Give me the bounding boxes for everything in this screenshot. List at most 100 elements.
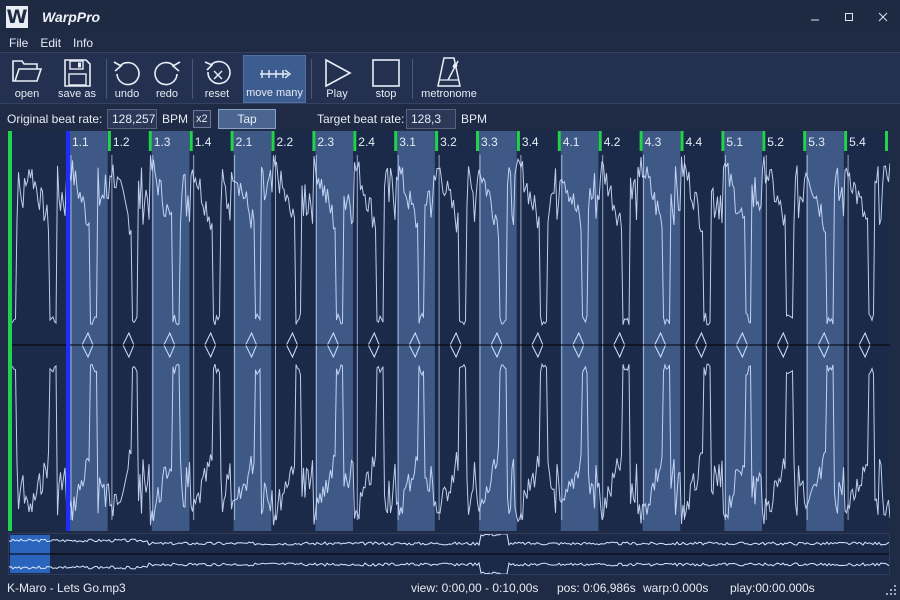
- original-rate-field[interactable]: 128,257: [107, 109, 157, 129]
- target-rate-field[interactable]: 128,3: [406, 109, 456, 129]
- beat-marker: [516, 131, 520, 151]
- close-button[interactable]: [866, 0, 900, 34]
- beat-marker-label: 2.1: [236, 135, 253, 149]
- beat-highlight-band: [724, 131, 763, 531]
- original-rate-label: Original beat rate:: [7, 112, 103, 126]
- playhead: [66, 131, 70, 531]
- beat-marker-label: 1.3: [154, 135, 171, 149]
- save-as-label: save as: [58, 88, 96, 100]
- menu-edit[interactable]: Edit: [40, 36, 61, 50]
- beat-marker: [353, 131, 357, 151]
- toolbar: open save as undo redo reset move many P…: [0, 52, 900, 104]
- beat-marker-label: 1.4: [195, 135, 212, 149]
- overview-strip[interactable]: [8, 533, 890, 575]
- stop-icon: [372, 59, 400, 87]
- window-controls: [798, 0, 900, 34]
- reset-button[interactable]: reset: [198, 55, 236, 103]
- overview-waveform-lower: [9, 561, 889, 574]
- undo-button[interactable]: undo: [110, 55, 144, 103]
- app-title: WarpPro: [42, 9, 101, 25]
- toolbar-separator: [311, 59, 312, 99]
- beat-marker: [230, 131, 234, 151]
- maximize-button[interactable]: [832, 0, 866, 34]
- play-button[interactable]: Play: [318, 55, 356, 103]
- target-rate-label: Target beat rate:: [317, 112, 405, 126]
- beat-marker-label: 2.2: [277, 135, 294, 149]
- beat-marker-label: 2.3: [317, 135, 334, 149]
- status-filename: K-Maro - Lets Go.mp3: [7, 581, 126, 595]
- beat-marker: [803, 131, 807, 151]
- metronome-label: metronome: [421, 88, 477, 100]
- beat-marker: [639, 131, 643, 151]
- toolbar-separator: [412, 59, 413, 99]
- menu-bar: File Edit Info: [0, 34, 900, 52]
- beat-marker-label: 3.4: [522, 135, 539, 149]
- move-many-button[interactable]: move many: [243, 55, 306, 103]
- beat-marker-label: 5.3: [808, 135, 825, 149]
- metronome-icon: [437, 57, 461, 87]
- move-many-icon: [259, 69, 291, 79]
- menu-info[interactable]: Info: [73, 36, 93, 50]
- status-play: play:00:00.000s: [730, 581, 815, 595]
- beat-marker: [394, 131, 398, 151]
- status-view: view: 0:00,00 - 0:10,00s: [411, 581, 539, 595]
- app-logo: W: [6, 6, 28, 28]
- resize-grip-icon[interactable]: [885, 584, 897, 596]
- open-button[interactable]: open: [6, 55, 48, 103]
- redo-button[interactable]: redo: [150, 55, 184, 103]
- beat-marker-label: 3.3: [481, 135, 498, 149]
- metronome-button[interactable]: metronome: [418, 55, 480, 103]
- beat-marker: [312, 131, 316, 151]
- double-rate-button[interactable]: x2: [193, 110, 211, 128]
- beat-marker-label: 1.1: [72, 135, 89, 149]
- minimize-button[interactable]: [798, 0, 832, 34]
- status-bar: K-Maro - Lets Go.mp3 view: 0:00,00 - 0:1…: [0, 578, 900, 600]
- beat-marker-label: 3.2: [440, 135, 457, 149]
- beat-marker: [435, 131, 439, 151]
- start-marker: [8, 131, 12, 531]
- menu-file[interactable]: File: [9, 36, 28, 50]
- floppy-disk-icon: [64, 59, 91, 87]
- minimize-icon: [811, 19, 819, 21]
- beat-highlight-band: [315, 131, 354, 531]
- overview-waveform-upper: [9, 534, 889, 547]
- reset-label: reset: [204, 88, 230, 100]
- beat-marker-label: 5.1: [726, 135, 743, 149]
- stop-button[interactable]: stop: [366, 55, 406, 103]
- play-label: Play: [326, 88, 348, 100]
- beat-marker: [721, 131, 725, 151]
- folder-open-icon: [12, 60, 43, 82]
- redo-label: redo: [155, 88, 179, 100]
- beat-marker: [598, 131, 602, 151]
- overview-waveform[interactable]: [9, 534, 889, 574]
- beat-marker-label: 5.4: [849, 135, 866, 149]
- beat-marker: [189, 131, 193, 151]
- beat-highlight-band: [560, 131, 599, 531]
- open-label: open: [14, 88, 40, 100]
- beat-rate-bar: Original beat rate: 128,257 BPM x2 Tap T…: [0, 105, 900, 131]
- beat-marker: [844, 131, 848, 151]
- waveform-canvas[interactable]: 1.1 1.2 1.3 1.4 2.1 2.2 2.3 2.4 3.1 3.2 3.3 3.4 4.1 4…: [8, 131, 890, 531]
- beat-marker: [762, 131, 766, 151]
- save-as-button[interactable]: save as: [56, 55, 98, 103]
- toolbar-separator: [192, 59, 193, 99]
- undo-label: undo: [114, 88, 140, 100]
- beat-marker: [476, 131, 479, 151]
- beat-marker-label: 4.4: [686, 135, 703, 149]
- redo-icon: [154, 61, 181, 86]
- status-position: pos: 0:06,986s: [557, 581, 636, 595]
- beat-marker: [107, 131, 111, 151]
- beat-marker-label: 2.4: [358, 135, 375, 149]
- target-rate-unit: BPM: [461, 112, 488, 126]
- beat-marker-label: 5.2: [767, 135, 784, 149]
- title-bar: W WarpPro: [0, 0, 900, 34]
- beat-marker-label: 4.3: [645, 135, 662, 149]
- beat-marker: [271, 131, 275, 151]
- move-many-label: move many: [246, 87, 303, 99]
- beat-marker: [885, 131, 888, 151]
- undo-icon: [113, 61, 140, 86]
- tap-button[interactable]: Tap: [218, 109, 276, 129]
- waveform-view[interactable]: 1.1 1.2 1.3 1.4 2.1 2.2 2.3 2.4 3.1 3.2 3.3 3.4 4.1 4…: [8, 131, 890, 531]
- original-rate-unit: BPM: [162, 112, 189, 126]
- beat-highlight-band: [70, 131, 108, 531]
